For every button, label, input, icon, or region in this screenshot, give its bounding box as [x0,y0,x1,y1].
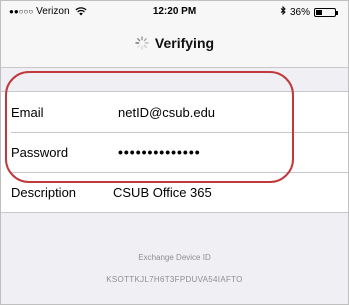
email-label: Email [11,104,44,120]
device-id-label: Exchange Device ID [138,253,211,262]
email-row[interactable]: Email netID@csub.edu [1,92,348,132]
battery-level-fill [316,9,322,15]
spinner-icon [135,36,149,50]
password-label: Password [11,144,69,160]
password-row[interactable]: Password •••••••••••••• [1,132,348,172]
nav-title: Verifying [1,35,348,51]
description-row[interactable]: Description CSUB Office 365 [1,172,348,212]
status-right: 36% [280,5,338,18]
phone-screen: ●●○○○ Verizon 12:20 PM 36% Verifying Ema… [0,0,349,305]
status-bar: ●●○○○ Verizon 12:20 PM 36% [1,1,348,21]
email-field[interactable]: netID@csub.edu [118,105,215,120]
nav-title-text: Verifying [154,35,215,51]
description-label: Description [11,184,77,200]
bluetooth-icon [280,5,286,18]
header-area: ●●○○○ Verizon 12:20 PM 36% Verifying [1,1,348,68]
device-id-value: KSOTTKJL7H6T3FPDUVA54IAFTO [106,275,243,284]
battery-percent: 36% [289,6,310,18]
description-field[interactable]: CSUB Office 365 [113,185,212,200]
battery-icon [314,7,338,17]
account-form: Email netID@csub.edu Password ••••••••••… [1,91,348,213]
password-field[interactable]: •••••••••••••• [118,144,201,160]
